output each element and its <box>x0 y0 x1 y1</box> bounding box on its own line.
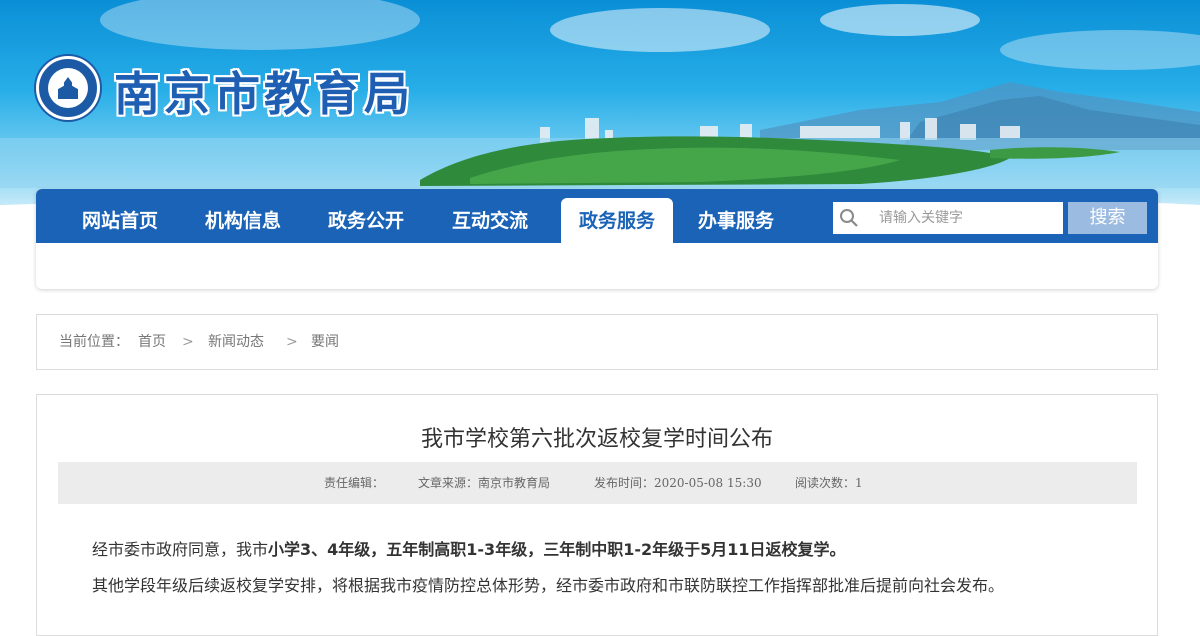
breadcrumb-separator: > <box>286 334 298 350</box>
article-paragraph-1: 经市委市政府同意，我市小学3、4年级，五年制高职1-3年级，三年制中职1-2年级… <box>92 538 846 562</box>
meta-editor: 责任编辑： <box>324 476 385 490</box>
search-button[interactable]: 搜索 <box>1068 202 1147 234</box>
breadcrumb: 当前位置： 首页 > 新闻动态 > 要闻 <box>36 314 1158 370</box>
paragraph-1-bold: 小学3、4年级，五年制高职1-3年级，三年制中职1-2年级于5月11日返校复学。 <box>268 540 846 559</box>
main-nav: 网站首页 机构信息 政务公开 互动交流 政务服务 办事服务 请输入关键字 搜索 <box>36 189 1158 243</box>
nav-item-online-services[interactable]: 办事服务 <box>698 198 774 243</box>
article-meta: 责任编辑： 文章来源：南京市教育局 发布时间：2020-05-08 15:30 … <box>58 462 1137 504</box>
nav-item-interaction[interactable]: 互动交流 <box>452 198 528 243</box>
breadcrumb-item-news[interactable]: 新闻动态 <box>208 315 264 369</box>
meta-published: 发布时间：2020-05-08 15:30 <box>594 476 762 490</box>
article: 我市学校第六批次返校复学时间公布 责任编辑： 文章来源：南京市教育局 发布时间：… <box>36 394 1158 636</box>
breadcrumb-separator: > <box>182 334 194 350</box>
meta-views: 阅读次数：1 <box>795 476 863 490</box>
breadcrumb-prefix: 当前位置： <box>59 334 129 350</box>
article-title: 我市学校第六批次返校复学时间公布 <box>420 427 773 452</box>
search-input[interactable]: 请输入关键字 <box>833 202 1063 234</box>
breadcrumb-item-home[interactable]: 首页 <box>138 315 166 369</box>
search-icon <box>840 209 858 227</box>
nav-item-home[interactable]: 网站首页 <box>82 198 158 243</box>
site-title: 南京市教育局 <box>114 67 414 121</box>
breadcrumb-item-headlines[interactable]: 要闻 <box>311 315 339 369</box>
nav-item-gov-services[interactable]: 政务服务 <box>561 198 673 243</box>
paragraph-1-text: 经市委市政府同意，我市 <box>92 540 269 559</box>
nanjing-education-emblem-icon <box>36 56 100 120</box>
article-paragraph-2: 其他学段年级后续返校复学安排，将根据我市疫情防控总体形势，经市委市政府和市联防联… <box>92 576 1005 595</box>
nav-item-gov-affairs-open[interactable]: 政务公开 <box>328 198 404 243</box>
nav-item-organization[interactable]: 机构信息 <box>205 198 281 243</box>
meta-source: 文章来源：南京市教育局 <box>418 476 551 490</box>
search-placeholder: 请输入关键字 <box>879 210 963 226</box>
